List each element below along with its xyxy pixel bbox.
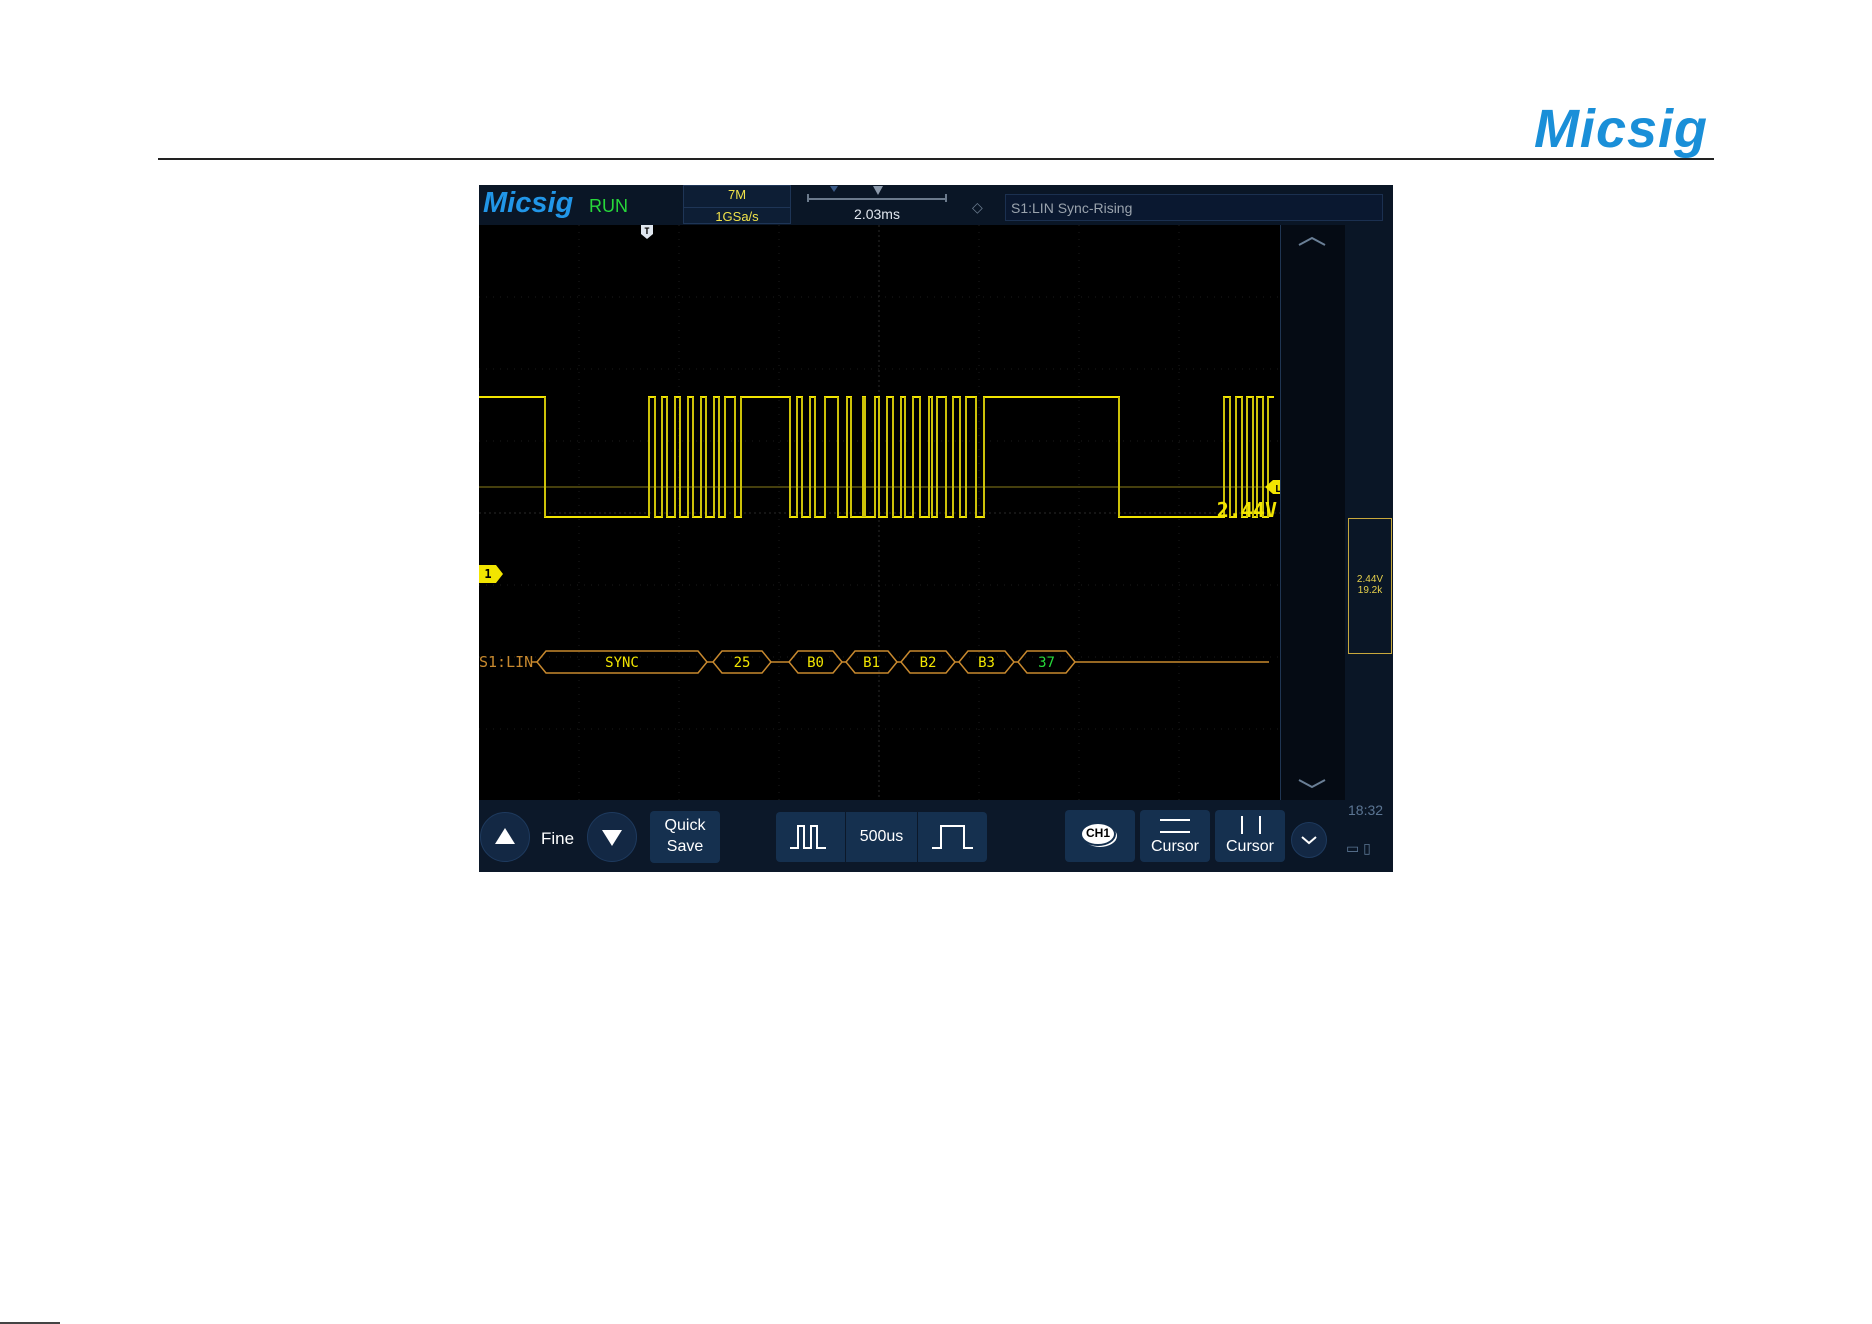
- time-position-value: 2.03ms: [854, 206, 900, 222]
- scale-down-button[interactable]: [587, 812, 637, 862]
- horizontal-cursor-label: Cursor: [1150, 838, 1199, 855]
- pulse-wide-icon: [932, 825, 973, 849]
- vertical-scrollbar[interactable]: [1280, 225, 1345, 800]
- vertical-cursor-label: Cursor: [1225, 838, 1274, 855]
- acquisition-info[interactable]: 7M 1GSa/s: [683, 185, 791, 224]
- timebase-value[interactable]: 500us: [846, 812, 917, 862]
- scope-brand: Micsig: [483, 187, 574, 219]
- decode-frame-label: B3: [978, 655, 995, 671]
- oscilloscope-screen: Micsig RUN 7M 1GSa/s 2.03ms ◇ S1:LIN Syn…: [479, 185, 1393, 872]
- horizontal-cursor-button[interactable]: Cursor: [1140, 810, 1210, 862]
- diamond-icon[interactable]: ◇: [972, 199, 983, 216]
- sample-rate: 1GSa/s: [684, 207, 790, 224]
- run-status[interactable]: RUN: [589, 196, 628, 217]
- clock: 18:32: [1348, 802, 1384, 818]
- pulse-narrow-icon: [790, 825, 826, 849]
- decode-frame-label: SYNC: [605, 655, 639, 671]
- signal-polyline: [479, 396, 1274, 518]
- vertical-cursor-icon: [1241, 816, 1261, 834]
- scroll-chevrons: [1298, 236, 1326, 789]
- memory-depth: 7M: [727, 187, 747, 202]
- quick-save-line2: Save: [666, 838, 704, 855]
- decode-bus: SYNC 25 B0 B1 B2 B3 37: [532, 650, 1269, 674]
- decode-frame-label: B1: [863, 655, 880, 671]
- micsig-logo: Micsig: [1533, 99, 1708, 159]
- quick-save-line1: Quick: [664, 817, 706, 834]
- ch1-trace: [479, 396, 1274, 518]
- channel-marker-text: 1: [484, 567, 491, 581]
- time-position-indicator[interactable]: 2.03ms: [804, 186, 950, 222]
- trigger-info[interactable]: S1:LIN Sync-Rising: [1005, 194, 1383, 221]
- decode-frame-label: 37: [1038, 655, 1055, 671]
- channel-panel-baud: 19.2k: [1357, 585, 1383, 596]
- chevron-down-icon: [1301, 836, 1317, 845]
- status-bar: Micsig RUN 7M 1GSa/s 2.03ms ◇ S1:LIN Syn…: [479, 185, 1393, 225]
- timebase-decrease-button[interactable]: [776, 812, 845, 862]
- decode-bus-label: S1:LIN: [479, 653, 533, 671]
- ch1-menu-button[interactable]: CH1: [1065, 810, 1135, 862]
- channel-panel-level: 2.44V: [1356, 574, 1384, 585]
- more-menu-button[interactable]: [1291, 822, 1327, 858]
- quick-save-button[interactable]: Quick Save: [650, 811, 720, 863]
- trigger-marker-text: T: [644, 227, 650, 237]
- channel-1-marker: 1: [479, 565, 503, 583]
- vertical-cursor-button[interactable]: Cursor: [1215, 810, 1285, 862]
- fine-label[interactable]: Fine: [541, 829, 574, 849]
- waveform-svg: T 1 L 2.44V S1:LIN SYNC 25 B0 B1 B2 B3 37: [479, 225, 1285, 800]
- channel-info-panel[interactable]: 2.44V 19.2k: [1348, 518, 1392, 654]
- header-divider: [158, 158, 1714, 160]
- horizontal-cursor-icon: [1160, 819, 1190, 833]
- triangle-down-icon: [602, 830, 622, 846]
- decode-frame-label: B2: [920, 655, 937, 671]
- ch1-badge-text: CH1: [1085, 826, 1110, 840]
- display-status-icon: ▭ ▯: [1346, 840, 1371, 856]
- bottom-toolbar: Fine Quick Save 500us CH1 Cursor Cursor: [479, 800, 1285, 872]
- timebase-increase-button[interactable]: [918, 812, 987, 862]
- scale-up-button[interactable]: [480, 812, 530, 862]
- waveform-display[interactable]: T 1 L 2.44V S1:LIN SYNC 25 B0 B1 B2 B3 37: [479, 225, 1285, 800]
- triangle-up-icon: [495, 828, 515, 844]
- ch1-edges: [544, 397, 1269, 517]
- decode-frame-label: B0: [807, 655, 824, 671]
- trigger-level-readout: 2.44V: [1217, 498, 1277, 522]
- timeline-icon: [807, 186, 947, 202]
- decode-frame-label: 25: [734, 655, 751, 671]
- trigger-marker: T: [641, 225, 653, 239]
